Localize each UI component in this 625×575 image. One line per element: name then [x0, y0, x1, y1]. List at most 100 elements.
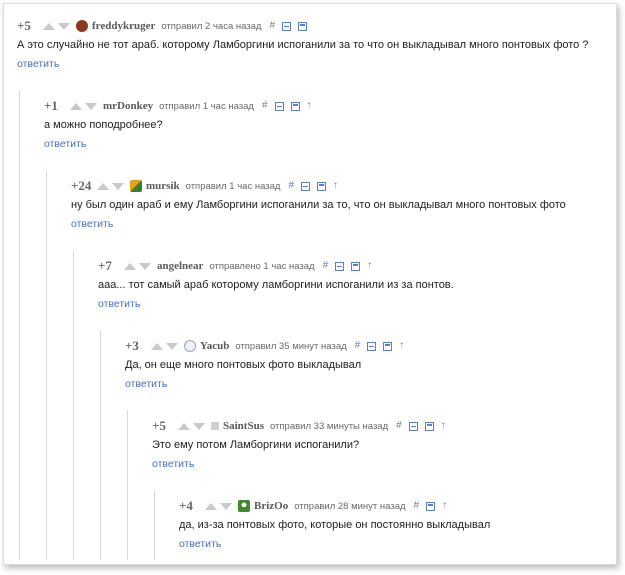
downvote-icon[interactable]: [85, 102, 97, 110]
comment: +3 Yacub отправил 35 минут назад # ↑ Да,…: [125, 337, 411, 391]
downvote-icon[interactable]: [220, 502, 232, 510]
parent-arrow-icon[interactable]: ↑: [333, 181, 338, 191]
comment-text: ну был один араб и ему Ламборгини испога…: [71, 199, 566, 211]
collapse-icon[interactable]: [335, 261, 345, 271]
upvote-icon[interactable]: [124, 262, 136, 270]
comment-header: +4 BrizOo отправил 28 минут назад # ↑: [179, 497, 490, 515]
parent-arrow-icon[interactable]: ↑: [367, 261, 372, 271]
reply-link[interactable]: ответить: [44, 137, 319, 151]
comment-text: Да, он еще много понтовых фото выкладыва…: [125, 359, 362, 371]
save-icon[interactable]: [317, 181, 327, 191]
parent-arrow-icon[interactable]: ↑: [307, 101, 312, 111]
rating: +4: [179, 498, 193, 513]
reply-link[interactable]: ответить: [152, 457, 453, 471]
avatar: [130, 180, 142, 192]
username[interactable]: SaintSus: [223, 420, 264, 432]
comment-header: +5 SaintSus отправил 33 минуты назад # ↑: [152, 417, 453, 435]
upvote-icon[interactable]: [70, 102, 82, 110]
avatar: [76, 20, 88, 32]
comment-header: +7 angelnear отправлено 1 час назад # ↑: [98, 257, 454, 275]
thread-line: [73, 250, 74, 560]
rating: +5: [152, 418, 166, 433]
username[interactable]: BrizOo: [254, 500, 288, 512]
thread-line: [100, 330, 101, 560]
permalink-link[interactable]: #: [355, 341, 361, 351]
collapse-icon[interactable]: [301, 181, 311, 191]
save-icon[interactable]: [290, 101, 300, 111]
save-icon[interactable]: [351, 261, 361, 271]
timestamp[interactable]: отправил 33 минуты назад: [270, 421, 388, 432]
comment-header: +3 Yacub отправил 35 минут назад # ↑: [125, 337, 411, 355]
avatar: [238, 500, 250, 512]
collapse-icon[interactable]: [408, 421, 418, 431]
downvote-icon[interactable]: [58, 22, 70, 30]
permalink-link[interactable]: #: [269, 21, 275, 31]
comment: +4 BrizOo отправил 28 минут назад # ↑ да…: [179, 497, 490, 551]
thread-line: [127, 410, 128, 560]
thread-line: [19, 90, 20, 560]
permalink-link[interactable]: #: [288, 181, 294, 191]
avatar: [184, 340, 196, 352]
rating: +5: [17, 18, 31, 33]
timestamp[interactable]: отправлено 1 час назад: [209, 261, 314, 272]
save-icon[interactable]: [298, 21, 308, 31]
comment-header: +5 freddykruger отправил 2 часа назад #: [17, 17, 588, 35]
collapse-icon[interactable]: [282, 21, 292, 31]
rating: +7: [98, 258, 112, 273]
parent-arrow-icon[interactable]: ↑: [441, 421, 446, 431]
save-icon[interactable]: [383, 341, 393, 351]
timestamp[interactable]: отправил 35 минут назад: [235, 341, 346, 352]
comment-text: а можно поподробнее?: [44, 119, 163, 131]
rating: +24: [71, 178, 92, 193]
comment: +1 mrDonkey отправил 1 час назад # ↑ а м…: [44, 97, 319, 151]
thread-line: [154, 490, 155, 560]
parent-arrow-icon[interactable]: ↑: [399, 341, 404, 351]
rating: +3: [125, 338, 139, 353]
upvote-icon[interactable]: [151, 342, 163, 350]
timestamp[interactable]: отправил 1 час назад: [186, 181, 281, 192]
username[interactable]: angelnear: [157, 260, 203, 272]
rating: +1: [44, 98, 58, 113]
reply-link[interactable]: ответить: [179, 537, 490, 551]
upvote-icon[interactable]: [178, 422, 190, 430]
parent-arrow-icon[interactable]: ↑: [442, 501, 447, 511]
collapse-icon[interactable]: [274, 101, 284, 111]
comment-header: +24 mursik отправил 1 час назад # ↑: [71, 177, 566, 195]
reply-link[interactable]: ответить: [17, 57, 588, 71]
upvote-icon[interactable]: [97, 182, 109, 190]
reply-link[interactable]: ответить: [98, 297, 454, 311]
avatar: [211, 422, 219, 430]
comment: +5 SaintSus отправил 33 минуты назад # ↑…: [152, 417, 453, 471]
comment: +24 mursik отправил 1 час назад # ↑ ну б…: [71, 177, 566, 231]
permalink-link[interactable]: #: [414, 501, 420, 511]
comment-text: да, из-за понтовых фото, которые он пост…: [179, 519, 491, 531]
username[interactable]: Yacub: [200, 340, 229, 352]
username[interactable]: mrDonkey: [103, 100, 153, 112]
downvote-icon[interactable]: [112, 182, 124, 190]
save-icon[interactable]: [424, 421, 434, 431]
permalink-link[interactable]: #: [262, 101, 268, 111]
comment-text: А это случайно не тот араб. которому Лам…: [17, 39, 589, 51]
comment-text: ааа... тот самый араб которому ламборгин…: [98, 279, 454, 291]
upvote-icon[interactable]: [43, 22, 55, 30]
timestamp[interactable]: отправил 2 часа назад: [161, 21, 261, 32]
downvote-icon[interactable]: [166, 342, 178, 350]
comment-text: Это ему потом Ламборгини испоганили?: [152, 439, 360, 451]
comment: +5 freddykruger отправил 2 часа назад # …: [17, 17, 588, 71]
comment: +7 angelnear отправлено 1 час назад # ↑ …: [98, 257, 454, 311]
collapse-icon[interactable]: [367, 341, 377, 351]
username[interactable]: mursik: [146, 180, 180, 192]
permalink-link[interactable]: #: [396, 421, 402, 431]
username[interactable]: freddykruger: [92, 20, 155, 32]
downvote-icon[interactable]: [139, 262, 151, 270]
comment-header: +1 mrDonkey отправил 1 час назад # ↑: [44, 97, 319, 115]
thread-line: [46, 170, 47, 560]
permalink-link[interactable]: #: [323, 261, 329, 271]
save-icon[interactable]: [426, 501, 436, 511]
reply-link[interactable]: ответить: [125, 377, 411, 391]
timestamp[interactable]: отправил 1 час назад: [159, 101, 254, 112]
timestamp[interactable]: отправил 28 минут назад: [294, 501, 405, 512]
upvote-icon[interactable]: [205, 502, 217, 510]
reply-link[interactable]: ответить: [71, 217, 566, 231]
downvote-icon[interactable]: [193, 422, 205, 430]
